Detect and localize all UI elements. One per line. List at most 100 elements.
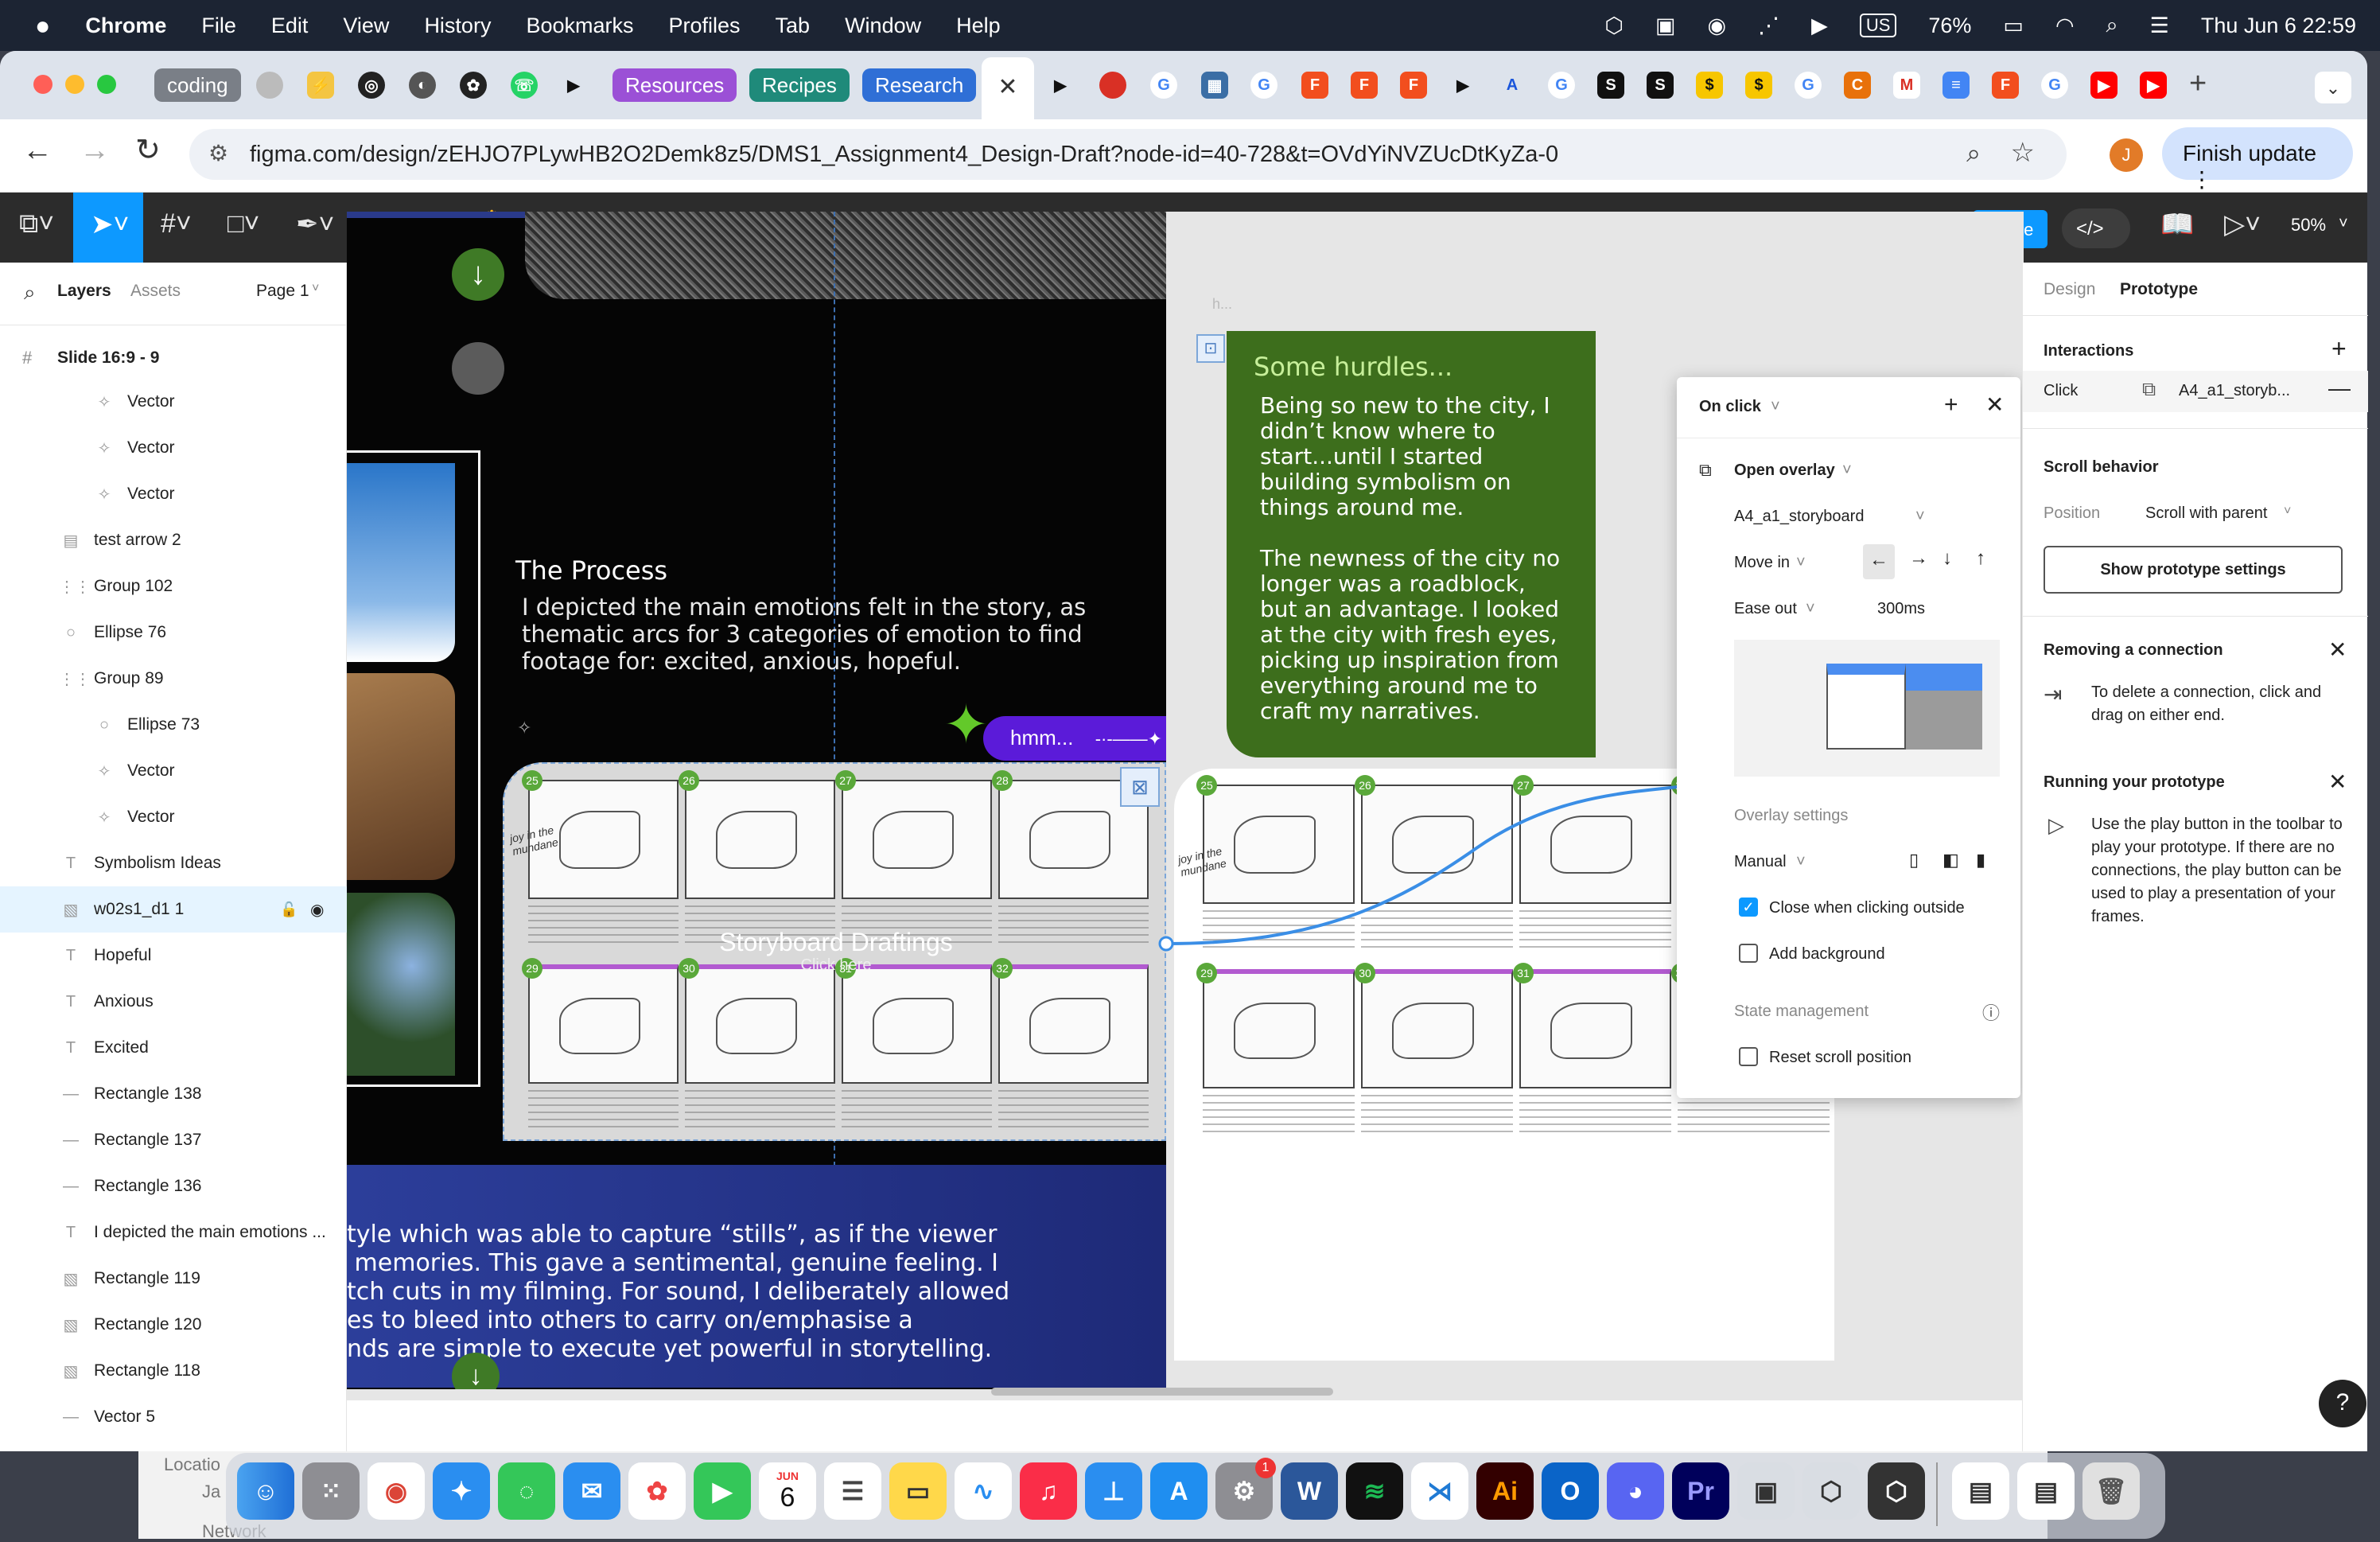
animation-select[interactable]: Move in [1734,554,1790,572]
premiere-icon[interactable]: Pr [1672,1462,1729,1520]
remove-interaction-icon[interactable]: — [2328,376,2351,401]
process-body[interactable]: I depicted the main emotions felt in the… [522,594,1095,675]
datetime[interactable]: Thu Jun 6 22:59 [2201,14,2356,38]
app-store-icon[interactable]: A [1150,1462,1208,1520]
menu-window[interactable]: Window [845,14,921,38]
status-icon-3[interactable]: ◉ [1707,14,1726,38]
bookmark-star-icon[interactable]: ☆ [2011,137,2035,169]
tab-group-coding[interactable]: coding [154,68,241,102]
menu-bookmarks[interactable]: Bookmarks [526,14,633,38]
duration-input[interactable]: 300ms [1877,600,1925,618]
process-title[interactable]: The Process [515,555,667,586]
tab-assets[interactable]: Assets [130,282,181,301]
layer-row[interactable]: ▤ test arrow 2 [0,517,347,563]
zoom-lens-icon[interactable]: ⌕ [1966,138,1981,169]
interaction-node-icon[interactable]: ⊠ [1120,767,1160,807]
chrome-icon[interactable]: ◉ [368,1462,425,1520]
status-icon-1[interactable]: ⬡ [1604,14,1624,38]
layer-row[interactable]: ✧ Vector [0,794,347,840]
chevron-down-icon[interactable]: ˅ [1771,398,1780,416]
notes-icon[interactable]: ▭ [889,1462,947,1520]
add-background-checkbox[interactable] [1739,944,1758,963]
layer-row[interactable]: — Rectangle 136 [0,1163,347,1209]
recent-doc-icon[interactable]: ▤ [1952,1462,2009,1520]
forward-icon[interactable]: → [80,134,110,168]
action-select[interactable]: Open overlay [1734,461,1835,480]
docs-tab-icon[interactable]: ≡ [1942,72,1970,99]
word-icon[interactable]: W [1281,1462,1338,1520]
design-canvas[interactable]: ↓ The Process I depicted the main emotio… [347,212,2024,1400]
menu-view[interactable]: View [343,14,389,38]
illustrator-icon[interactable]: Ai [1476,1462,1534,1520]
chevron-down-icon[interactable]: ˅ [1796,554,1806,572]
figma-tab-icon[interactable]: F [1992,72,2019,99]
youtube-tab-icon[interactable]: ▶ [2090,72,2118,99]
calendar-icon[interactable]: JUN 6 [759,1462,816,1520]
align-right-icon[interactable]: ◧ [1942,850,1959,870]
layer-row[interactable]: ✧ Vector [0,379,347,425]
close-window-button[interactable] [33,75,52,94]
layer-row[interactable]: — Vector 5 [0,1394,347,1440]
sky-photo[interactable] [347,463,455,662]
tab-design[interactable]: Design [2044,280,2095,299]
url-text[interactable]: figma.com/design/zEHJO7PLywHB2O2Demk8z5/… [250,142,1558,167]
menu-profiles[interactable]: Profiles [669,14,741,38]
dev-mode-toggle[interactable]: </> [2062,208,2130,248]
prototype-connection[interactable] [1158,769,1715,975]
close-icon[interactable]: ✕ [2328,637,2347,663]
input-source[interactable]: US [1859,14,1897,37]
tab-icon[interactable]: ⚡ [307,72,334,99]
youtube-tab-icon[interactable]: ▶ [2140,72,2167,99]
profile-avatar[interactable]: J [2110,138,2143,172]
page-selector[interactable]: Page 1 [256,282,309,301]
music-icon[interactable]: ♫ [1020,1462,1077,1520]
layer-row[interactable]: ✧ Vector [0,471,347,517]
wifi-icon[interactable]: ◠ [2055,14,2075,38]
chevron-down-icon[interactable]: ˅ [1796,853,1806,871]
interaction-row[interactable]: Click ⧉ A4_a1_storyb... — [2023,371,2368,412]
frame-label[interactable]: h... [1212,296,1232,313]
spotify-icon[interactable]: ≋ [1346,1462,1403,1520]
vscode-icon[interactable]: ⋊ [1411,1462,1468,1520]
direction-up-icon[interactable]: ↑ [1976,547,1985,570]
align-center-icon[interactable]: ▯ [1909,850,1919,870]
add-action-icon[interactable]: + [1944,391,1958,419]
tab-icon[interactable]: A [1499,72,1526,99]
play-tab-icon[interactable]: ▶ [1047,72,1074,99]
layer-row[interactable]: ▧ Rectangle 120 [0,1302,347,1348]
gmail-tab-icon[interactable]: M [1893,72,1920,99]
google-tab-icon[interactable]: G [1150,72,1177,99]
direction-down-icon[interactable]: ↓ [1942,547,1952,570]
google-tab-icon[interactable]: G [1795,72,1822,99]
layer-row[interactable]: T Anxious [0,979,347,1025]
play-tab-icon[interactable]: ▶ [560,72,587,99]
new-tab-button[interactable]: + [2189,67,2207,101]
layer-row[interactable]: ✧ Vector [0,425,347,471]
unity-icon[interactable]: ⬡ [1802,1462,1860,1520]
layer-row[interactable]: ○ Ellipse 73 [0,702,347,748]
tab-group-research[interactable]: Research [862,68,977,102]
search-icon[interactable]: ⌕ [24,280,36,306]
canvas-horizontal-scrollbar[interactable] [991,1388,1333,1396]
visibility-eye-icon[interactable]: ◉ [310,900,324,920]
layer-row[interactable]: ▧ Rectangle 118 [0,1348,347,1394]
menu-help[interactable]: Help [956,14,1001,38]
chevron-down-icon[interactable]: ˅ [1842,461,1852,480]
info-icon[interactable]: ⓘ [1982,999,2000,1025]
storyboard-subtitle[interactable]: Click here [504,956,1166,975]
layer-row[interactable]: — Rectangle 137 [0,1117,347,1163]
hmm-bubble[interactable]: hmm... -·-——✦ [983,716,1166,761]
recent-doc-icon[interactable]: ▤ [2017,1462,2075,1520]
trigger-select[interactable]: On click [1699,398,1761,416]
figma-tab-icon[interactable]: F [1351,72,1378,99]
down-arrow-icon[interactable]: ↓ [452,248,504,301]
github-tab-icon[interactable]: ◎ [358,72,385,99]
chevron-down-icon[interactable]: ˅ [312,282,319,296]
ellipse-76[interactable] [452,342,504,395]
chevron-down-icon[interactable]: ˅ [2284,504,2291,519]
active-tab-close-icon[interactable]: ✕ [982,57,1034,119]
add-interaction-icon[interactable]: + [2331,334,2347,364]
tab-group-resources[interactable]: Resources [612,68,737,102]
tab-icon[interactable] [256,72,283,99]
discord-icon[interactable]: ◕ [1607,1462,1664,1520]
